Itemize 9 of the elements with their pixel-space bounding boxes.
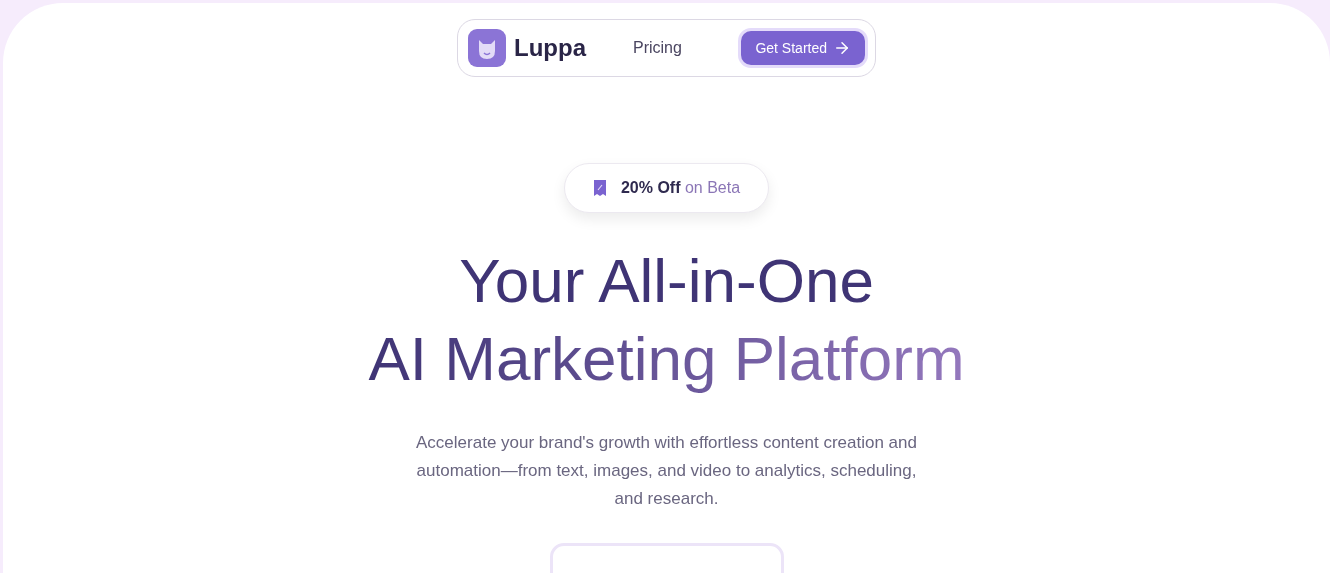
get-started-button[interactable]: Get Started bbox=[741, 31, 865, 65]
brand-name: Luppa bbox=[514, 33, 586, 63]
nav-link[interactable]: Pricing bbox=[633, 36, 682, 60]
discount-tag-icon bbox=[592, 179, 607, 197]
cat-logo-icon bbox=[468, 29, 506, 67]
hero-subtitle: Accelerate your brand's growth with effortless content creation and automation—from text, images, and video to analytics, scheduling, and research. bbox=[415, 432, 918, 510]
arrow-right-icon bbox=[833, 39, 851, 57]
headline-first-line: Your All-in-One bbox=[459, 245, 874, 317]
badge-text: 20% Off on Beta bbox=[620, 178, 741, 198]
